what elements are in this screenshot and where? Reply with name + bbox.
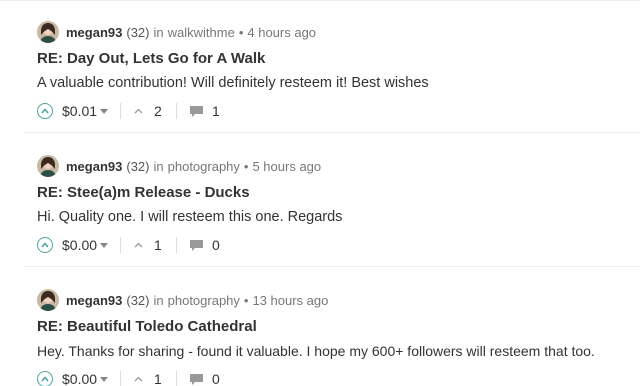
comment-meta: megan93 (32) in photography • 13 hours a… [37, 288, 328, 312]
payout-value[interactable]: $0.01 [62, 103, 97, 119]
comment-body: A valuable contribution! Will definitely… [37, 75, 429, 91]
comment-meta: megan93 (32) in photography • 5 hours ag… [37, 154, 321, 178]
comment-title[interactable]: RE: Beautiful Toledo Cathedral [37, 318, 257, 335]
timestamp[interactable]: 13 hours ago [252, 293, 328, 308]
in-label: in [153, 24, 164, 40]
comment-item: megan93 (32) in photography • 5 hours ag… [0, 134, 640, 268]
avatar[interactable] [37, 21, 59, 43]
votes-count[interactable]: 1 [154, 237, 162, 253]
community-link[interactable]: photography [168, 293, 240, 308]
chevron-up-icon[interactable] [133, 240, 143, 250]
author-link[interactable]: megan93 [66, 159, 122, 174]
comment-icon[interactable] [189, 104, 204, 118]
comment-footer: $0.01 2 1 [37, 100, 220, 122]
payout-value[interactable]: $0.00 [62, 237, 97, 253]
comment-body: Hey. Thanks for sharing - found it valua… [37, 343, 595, 359]
replies-count[interactable]: 0 [212, 371, 220, 386]
divider [120, 103, 122, 119]
author-link[interactable]: megan93 [66, 25, 122, 40]
upvote-icon[interactable] [37, 103, 53, 119]
upvote-icon[interactable] [37, 237, 53, 253]
divider [24, 132, 640, 133]
votes-count[interactable]: 2 [154, 103, 162, 119]
divider [176, 371, 178, 386]
comment-footer: $0.00 1 0 [37, 368, 220, 386]
timestamp[interactable]: 4 hours ago [247, 25, 316, 40]
divider [120, 237, 122, 253]
chevron-up-icon[interactable] [133, 374, 143, 384]
comment-feed: megan93 (32) in walkwithme • 4 hours ago… [0, 0, 640, 386]
caret-down-icon[interactable] [100, 109, 109, 114]
comment-meta: megan93 (32) in walkwithme • 4 hours ago [37, 20, 316, 44]
comment-body: Hi. Quality one. I will resteem this one… [37, 209, 343, 225]
avatar[interactable] [37, 155, 59, 177]
timestamp[interactable]: 5 hours ago [252, 159, 321, 174]
comment-item: megan93 (32) in walkwithme • 4 hours ago… [0, 0, 640, 134]
divider [176, 103, 178, 119]
author-reputation: (32) [126, 24, 150, 40]
author-reputation: (32) [126, 292, 150, 308]
caret-down-icon[interactable] [100, 243, 109, 248]
upvote-icon[interactable] [37, 371, 53, 386]
comment-icon[interactable] [189, 238, 204, 252]
comment-title[interactable]: RE: Stee(a)m Release - Ducks [37, 184, 250, 201]
author-link[interactable]: megan93 [66, 293, 122, 308]
community-link[interactable]: photography [168, 159, 240, 174]
comment-title[interactable]: RE: Day Out, Lets Go for A Walk [37, 50, 265, 67]
author-reputation: (32) [126, 158, 150, 174]
comment-icon[interactable] [189, 372, 204, 386]
replies-count[interactable]: 1 [212, 103, 220, 119]
meta-separator: • [243, 158, 249, 174]
payout-value[interactable]: $0.00 [62, 371, 97, 386]
caret-down-icon[interactable] [100, 377, 109, 382]
replies-count[interactable]: 0 [212, 237, 220, 253]
divider [24, 266, 640, 267]
in-label: in [153, 158, 164, 174]
divider [176, 237, 178, 253]
avatar[interactable] [37, 289, 59, 311]
in-label: in [153, 292, 164, 308]
meta-separator: • [243, 292, 249, 308]
meta-separator: • [238, 24, 244, 40]
chevron-up-icon[interactable] [133, 106, 143, 116]
votes-count[interactable]: 1 [154, 371, 162, 386]
comment-item: megan93 (32) in photography • 13 hours a… [0, 268, 640, 386]
divider [120, 371, 122, 386]
community-link[interactable]: walkwithme [168, 25, 235, 40]
comment-footer: $0.00 1 0 [37, 234, 220, 256]
